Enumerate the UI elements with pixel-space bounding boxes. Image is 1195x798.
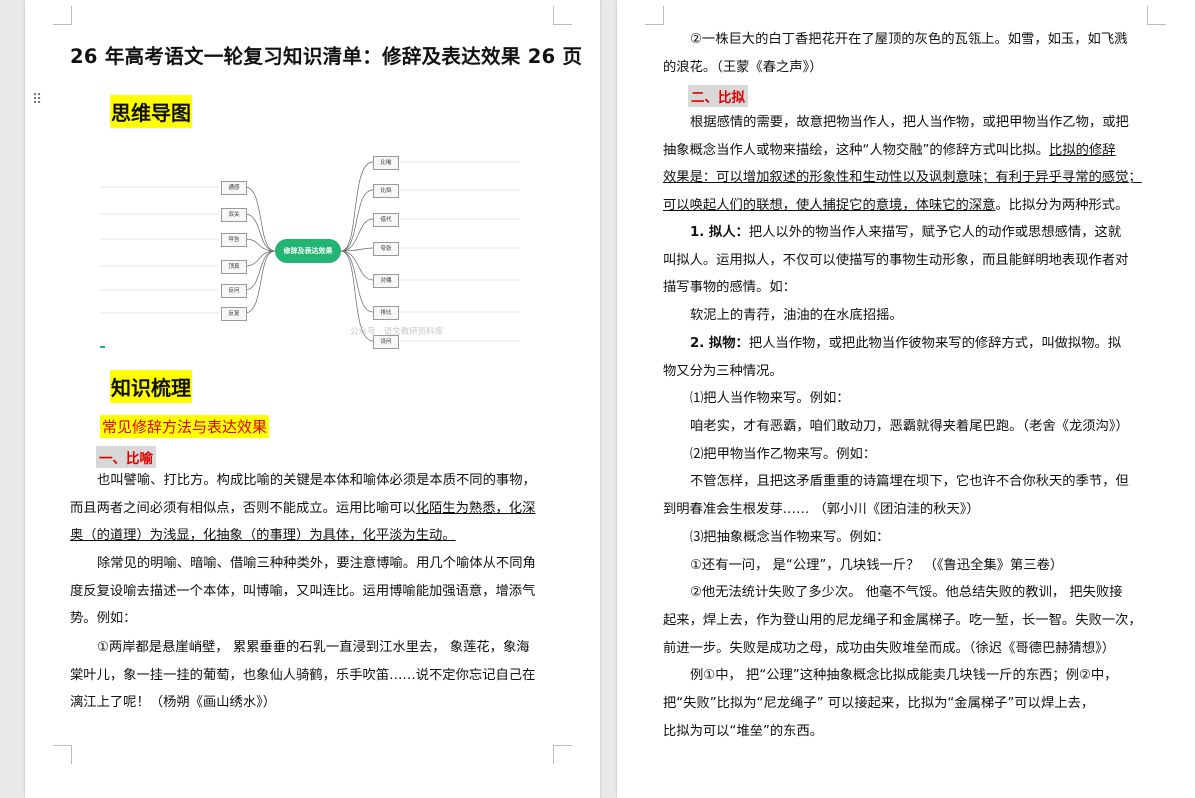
corner-mark [53, 745, 72, 764]
mindmap-heading: 思维导图 [110, 95, 192, 128]
personification-heading: 二、比拟 [688, 85, 748, 107]
ni-ren-section: 1. 拟人：把人以外的物当作人来描写，赋予它人的动作或思想感情，这就 叫拟人。运… [663, 225, 1129, 324]
metaphor-heading: 一、比喻 [96, 446, 156, 468]
rhetoric-methods-heading: 常见修辞方法与表达效果 [100, 415, 270, 438]
document-title: 26 年高考语文一轮复习知识清单：修辞及表达效果 26 页 [70, 45, 583, 68]
mind-map-node: 呼告 [221, 233, 247, 247]
mind-map-node: 比喻 [373, 156, 399, 170]
metaphor-definition: 也叫譬喻、打比方。构成比喻的关键是本体和喻体必须是本质不同的事物， 而且两者之间… [70, 473, 536, 544]
mind-map-node: 借代 [373, 213, 399, 227]
corner-mark [553, 745, 572, 764]
mind-map-node: 反复 [221, 307, 247, 321]
corner-mark [53, 6, 72, 25]
mind-map-image: 修辞及表达效果 比喻 比拟 借代 夸张 对偶 排比 设问 通感 双关 呼告 顶真… [95, 142, 525, 357]
mind-map-node: 对偶 [373, 274, 399, 288]
continued-example: ②一株巨大的白丁香把花开在了屋顶的灰色的瓦瓴上。如雪，如玉，如飞溅 的浪花。（王… [663, 32, 1128, 75]
drag-handle-icon[interactable]: ⠿ [32, 93, 42, 107]
mind-map-marker [100, 346, 105, 348]
mind-map-node: 比拟 [373, 184, 399, 198]
mind-map-node: 通感 [221, 181, 247, 195]
corner-mark [553, 6, 572, 25]
corner-mark [645, 6, 664, 25]
mind-map-node: 排比 [373, 306, 399, 320]
ni-wu-section: 2. 拟物：把人当作物，或把此物当作彼物来写的修辞方式，叫做拟物。拟 物又分为三… [663, 336, 1142, 739]
right-page: ②一株巨大的白丁香把花开在了屋顶的灰色的瓦瓴上。如雪，如玉，如飞溅 的浪花。（王… [617, 0, 1195, 798]
mind-map-watermark: 公众号 · 语文教研资料库 [350, 327, 444, 337]
corner-mark [1147, 6, 1166, 25]
knowledge-heading: 知识梳理 [110, 370, 192, 403]
mind-map-center-node: 修辞及表达效果 [275, 239, 341, 263]
mind-map-node: 顶真 [221, 260, 247, 274]
mind-map-node: 设问 [373, 335, 399, 349]
personification-definition: 根据感情的需要，故意把物当作人，把人当作物，或把甲物当作乙物，或把 抽象概念当作… [663, 115, 1142, 214]
mind-map-node: 夸张 [373, 242, 399, 256]
mind-map-node: 双关 [221, 208, 247, 222]
left-page: ⠿ 26 年高考语文一轮复习知识清单：修辞及表达效果 26 页 思维导图 修辞及… [25, 0, 600, 798]
mind-map-node: 反问 [221, 284, 247, 298]
bo-yu-example: ①两岸都是悬崖峭壁， 累累垂垂的石乳一直浸到江水里去， 象莲花，象海 棠叶儿，象… [70, 640, 536, 711]
bo-yu-explanation: 除常见的明喻、暗喻、借喻三种种类外，要注意博喻。用几个喻体从不同角 度反复设喻去… [70, 556, 536, 627]
